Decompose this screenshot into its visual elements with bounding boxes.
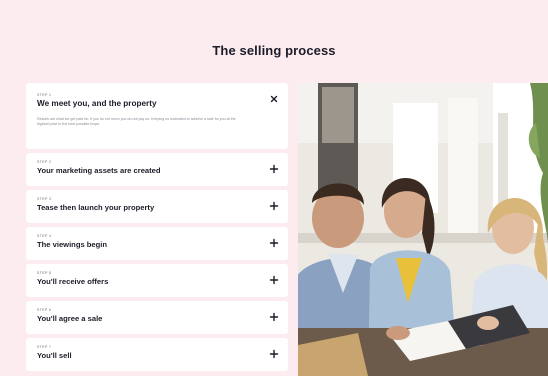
team-meeting-photo bbox=[298, 83, 548, 376]
step-title: The viewings begin bbox=[37, 240, 108, 249]
step-label: STEP 2 bbox=[37, 160, 52, 164]
close-icon[interactable] bbox=[269, 94, 279, 104]
step-label: STEP 1 bbox=[37, 93, 52, 97]
photo-illustration bbox=[298, 83, 548, 376]
accordion-item-step-2[interactable]: STEP 2 Your marketing assets are created bbox=[26, 153, 288, 186]
step-label: STEP 6 bbox=[37, 308, 52, 312]
step-description: Results are what we get paid for. If you… bbox=[37, 117, 236, 127]
plus-icon[interactable] bbox=[269, 238, 279, 248]
accordion-item-step-7[interactable]: STEP 7 You'll sell bbox=[26, 338, 288, 371]
accordion-item-step-1[interactable]: STEP 1 We meet you, and the property Res… bbox=[26, 83, 288, 149]
step-title: Your marketing assets are created bbox=[37, 166, 161, 175]
step-title: You'll sell bbox=[37, 351, 72, 360]
accordion-item-step-4[interactable]: STEP 4 The viewings begin bbox=[26, 227, 288, 260]
step-label: STEP 5 bbox=[37, 271, 52, 275]
step-title: You'll receive offers bbox=[37, 277, 109, 286]
step-label: STEP 7 bbox=[37, 345, 52, 349]
plus-icon[interactable] bbox=[269, 164, 279, 174]
accordion-item-step-5[interactable]: STEP 5 You'll receive offers bbox=[26, 264, 288, 297]
selling-process-accordion: STEP 1 We meet you, and the property Res… bbox=[26, 83, 288, 375]
plus-icon[interactable] bbox=[269, 275, 279, 285]
accordion-item-step-3[interactable]: STEP 3 Tease then launch your property bbox=[26, 190, 288, 223]
step-title: We meet you, and the property bbox=[37, 99, 157, 108]
step-label: STEP 4 bbox=[37, 234, 52, 238]
step-title: Tease then launch your property bbox=[37, 203, 155, 212]
accordion-item-step-6[interactable]: STEP 6 You'll agree a sale bbox=[26, 301, 288, 334]
step-title: You'll agree a sale bbox=[37, 314, 103, 323]
step-label: STEP 3 bbox=[37, 197, 52, 201]
plus-icon[interactable] bbox=[269, 312, 279, 322]
plus-icon[interactable] bbox=[269, 201, 279, 211]
page-title: The selling process bbox=[212, 43, 336, 58]
plus-icon[interactable] bbox=[269, 349, 279, 359]
